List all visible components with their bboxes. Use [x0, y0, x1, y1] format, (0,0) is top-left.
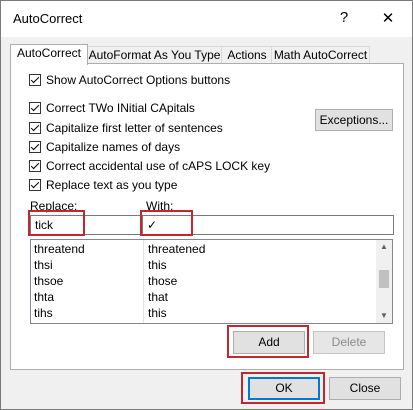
help-button[interactable]: ? — [333, 9, 355, 26]
close-button[interactable]: Close — [329, 377, 401, 400]
checkbox-checked[interactable] — [29, 102, 41, 114]
replace-highlight-box — [28, 210, 85, 236]
list-item-with: this — [148, 306, 167, 320]
add-highlight-box — [227, 325, 309, 358]
checkbox-checked[interactable] — [29, 141, 41, 153]
tab-autocorrect[interactable]: AutoCorrect — [10, 44, 88, 65]
list-item[interactable]: tihs this — [31, 305, 377, 321]
option-label: Correct TWo INitial CApitals — [46, 101, 195, 115]
list-item-replace: tihs — [34, 306, 53, 320]
list-item-replace: threatend — [34, 242, 85, 256]
scroll-up-icon[interactable]: ▲ — [380, 242, 388, 251]
caps-lock-option[interactable]: Correct accidental use of cAPS LOCK key — [29, 158, 270, 174]
list-item[interactable]: thta that — [31, 289, 377, 305]
delete-button[interactable]: Delete — [313, 331, 385, 354]
list-item-with: threatened — [148, 242, 206, 256]
window-title: AutoCorrect — [13, 11, 83, 26]
list-item[interactable]: thsi this — [31, 257, 377, 273]
checkbox-checked[interactable] — [29, 160, 41, 172]
capitalize-days-option[interactable]: Capitalize names of days — [29, 139, 180, 155]
list-item-with: this — [148, 258, 167, 272]
close-icon[interactable]: ✕ — [377, 9, 399, 27]
option-label: Replace text as you type — [46, 178, 178, 192]
replacement-list[interactable]: threatend threatened thsi this thsoe tho… — [30, 239, 393, 324]
capitalize-sentences-option[interactable]: Capitalize first letter of sentences — [29, 120, 223, 136]
list-item[interactable]: thsoe those — [31, 273, 377, 289]
tab-autoformat[interactable]: AutoFormat As You Type — [86, 46, 223, 64]
two-initial-caps-option[interactable]: Correct TWo INitial CApitals — [29, 100, 195, 116]
tab-panel: Show AutoCorrect Options buttons Correct… — [10, 63, 404, 370]
tab-math-autocorrect[interactable]: Math AutoCorrect — [271, 46, 370, 64]
exceptions-button[interactable]: Exceptions... — [315, 109, 393, 131]
list-scrollbar[interactable]: ▲ ▼ — [376, 240, 392, 323]
list-item-replace: thsoe — [34, 274, 64, 288]
tab-actions[interactable]: Actions — [221, 46, 273, 64]
list-item-replace: thsi — [34, 258, 53, 272]
replace-as-type-option[interactable]: Replace text as you type — [29, 177, 177, 193]
checkbox-checked[interactable] — [29, 122, 41, 134]
option-label: Capitalize first letter of sentences — [46, 121, 223, 135]
list-item-with: those — [148, 274, 178, 288]
title-bar: AutoCorrect ? ✕ — [1, 1, 412, 37]
checkbox-checked[interactable] — [29, 179, 41, 191]
scroll-thumb[interactable] — [379, 270, 389, 288]
list-item[interactable]: threatend threatened — [31, 241, 377, 257]
scroll-down-icon[interactable]: ▼ — [380, 311, 388, 320]
option-label: Show AutoCorrect Options buttons — [46, 73, 231, 87]
option-label: Capitalize names of days — [46, 140, 181, 154]
autocorrect-dialog: AutoCorrect ? ✕ AutoCorrect AutoFormat A… — [0, 0, 413, 410]
show-buttons-option[interactable]: Show AutoCorrect Options buttons — [29, 72, 230, 88]
option-label: Correct accidental use of cAPS LOCK key — [46, 159, 271, 173]
ok-highlight-box — [241, 372, 325, 404]
checkbox-checked[interactable] — [29, 74, 41, 86]
list-item-with: that — [148, 290, 169, 304]
with-highlight-box — [140, 210, 193, 236]
list-item-replace: thta — [34, 290, 55, 304]
